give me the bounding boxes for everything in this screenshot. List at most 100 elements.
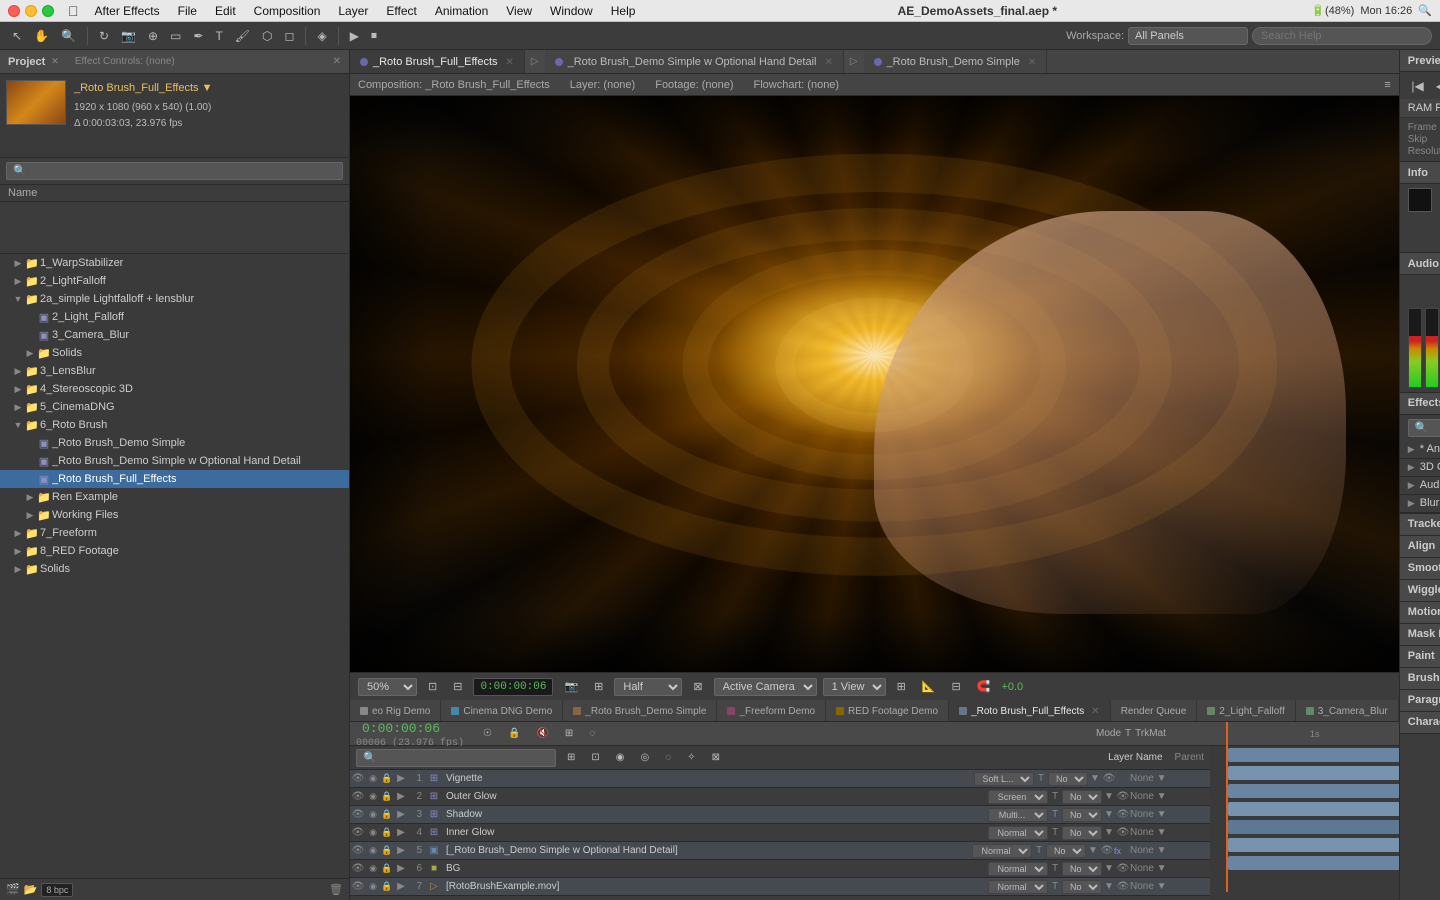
- layer-mode-6[interactable]: Normal: [988, 862, 1048, 876]
- tl-ctrl-btn-6[interactable]: ✧: [682, 750, 700, 765]
- timeline-tab-8[interactable]: 3_Camera_Blur: [1296, 700, 1399, 722]
- layer-eye-4[interactable]: 👁: [350, 827, 366, 838]
- zoom-select[interactable]: 50%25%100%: [358, 678, 417, 696]
- layer-search-input[interactable]: [356, 749, 556, 767]
- viewer-options-icon[interactable]: ≡: [1384, 79, 1390, 91]
- snap-btn[interactable]: 🧲: [972, 678, 996, 695]
- layer-collapse-7[interactable]: ▶: [394, 881, 408, 892]
- comp-tab-2[interactable]: _Roto Brush_Demo Simple w Optional Hand …: [545, 50, 844, 74]
- new-folder-icon[interactable]: 📂: [24, 883, 38, 896]
- layer-trkmat-7[interactable]: None: [1062, 880, 1102, 894]
- layer-lock-4[interactable]: 🔒: [380, 827, 394, 838]
- comp-tab-3[interactable]: _Roto Brush_Demo Simple ✕: [864, 50, 1048, 74]
- tree-item-18[interactable]: ▶ 📁 Solids: [0, 560, 349, 578]
- tree-item-4[interactable]: ▣ 2_Light_Falloff: [0, 308, 349, 326]
- prev-first-btn[interactable]: |◀: [1407, 77, 1427, 95]
- tree-item-15[interactable]: ▶ 📁 Working Files: [0, 506, 349, 524]
- fit-height-btn[interactable]: ⊟: [448, 678, 467, 695]
- layer-solo-6[interactable]: ◉: [366, 863, 380, 874]
- stop-btn[interactable]: ⏹: [367, 26, 381, 45]
- layer-vis-3[interactable]: 👁: [1116, 809, 1130, 820]
- layer-collapse-2[interactable]: ▶: [394, 791, 408, 802]
- layer-vis-7[interactable]: 👁: [1116, 881, 1130, 892]
- viewer-footage-label[interactable]: Footage: (none): [655, 79, 733, 91]
- tree-item-8[interactable]: ▶ 📁 4_Stereoscopic 3D: [0, 380, 349, 398]
- comp-tab-1[interactable]: _Roto Brush_Full_Effects ✕: [350, 50, 525, 74]
- project-panel-close[interactable]: ✕: [333, 56, 341, 67]
- hand-tool[interactable]: ✋: [30, 27, 53, 45]
- guide-btn[interactable]: ⊟: [947, 678, 966, 695]
- layer-trkmat-5[interactable]: None: [1046, 844, 1086, 858]
- effect-cat-audio[interactable]: ▶ Audio: [1400, 477, 1440, 495]
- layer-row-2[interactable]: 👁 ◉ 🔒 ▶ 2 ⊞ Outer Glow Screen T None ▼ 👁: [350, 788, 1210, 806]
- pan-tool[interactable]: ⊕: [144, 27, 162, 45]
- layer-collapse-3[interactable]: ▶: [394, 809, 408, 820]
- safe-zones-btn[interactable]: ⊞: [589, 678, 608, 695]
- menu-file[interactable]: File: [170, 2, 205, 20]
- align-section[interactable]: Align ✕: [1400, 536, 1440, 558]
- tl-ctrl-btn-1[interactable]: ⊞: [562, 750, 580, 765]
- menu-composition[interactable]: Composition: [246, 2, 329, 20]
- zoom-button[interactable]: [42, 5, 54, 17]
- tree-item-6[interactable]: ▶ 📁 Solids: [0, 344, 349, 362]
- layer-vis-2[interactable]: 👁: [1116, 791, 1130, 802]
- motion-blur-btn[interactable]: ◌: [584, 726, 600, 741]
- fit-width-btn[interactable]: ⊡: [423, 678, 442, 695]
- tree-item-3[interactable]: ▼ 📁 2a_simple Lightfalloff + lensblur: [0, 290, 349, 308]
- menu-edit[interactable]: Edit: [207, 2, 244, 20]
- select-tool[interactable]: ↖: [8, 27, 26, 45]
- layer-solo-7[interactable]: ◉: [366, 881, 380, 892]
- tree-item-2[interactable]: ▶ 📁 2_LightFalloff: [0, 272, 349, 290]
- layer-trkmat-3[interactable]: None: [1062, 808, 1102, 822]
- playhead[interactable]: [1226, 722, 1228, 892]
- frame-blend-btn[interactable]: ⊞: [560, 726, 578, 741]
- layer-collapse-5[interactable]: ▶: [394, 845, 408, 856]
- layer-vis-4[interactable]: 👁: [1116, 827, 1130, 838]
- layer-eye-2[interactable]: 👁: [350, 791, 366, 802]
- smoother-section[interactable]: Smoother ✕: [1400, 558, 1440, 580]
- mask-interpolation-section[interactable]: Mask Interpolation ✕: [1400, 624, 1440, 646]
- apple-menu[interactable]: : [62, 3, 85, 19]
- layer-trkmat-4[interactable]: None: [1062, 826, 1102, 840]
- layer-lock-5[interactable]: 🔒: [380, 845, 394, 856]
- layer-collapse-6[interactable]: ▶: [394, 863, 408, 874]
- project-search[interactable]: [6, 162, 343, 180]
- layer-vis-5[interactable]: 👁: [1100, 845, 1114, 856]
- layer-row-4[interactable]: 👁 ◉ 🔒 ▶ 4 ⊞ Inner Glow Normal T None ▼ 👁: [350, 824, 1210, 842]
- eraser-tool[interactable]: ◻: [281, 27, 299, 45]
- layer-lock-6[interactable]: 🔒: [380, 863, 394, 874]
- timeline-tab-close-5[interactable]: ✕: [1091, 706, 1099, 717]
- tracker-section[interactable]: Tracker ✕: [1400, 514, 1440, 536]
- paragraph-section[interactable]: Paragraph ✕: [1400, 690, 1440, 712]
- layer-collapse-4[interactable]: ▶: [394, 827, 408, 838]
- layer-solo-5[interactable]: ◉: [366, 845, 380, 856]
- comp-tab-close-3[interactable]: ✕: [1028, 57, 1036, 68]
- layer-vis-6[interactable]: 👁: [1116, 863, 1130, 874]
- layer-mode-1[interactable]: Soft L...: [974, 772, 1034, 786]
- timeline-tab-6[interactable]: Render Queue: [1111, 700, 1198, 722]
- tree-item-5[interactable]: ▣ 3_Camera_Blur: [0, 326, 349, 344]
- text-tool[interactable]: T: [211, 27, 226, 45]
- timecode-display[interactable]: 0:00:00:06: [473, 678, 553, 696]
- tl-ctrl-btn-3[interactable]: ◉: [611, 750, 630, 765]
- layer-trkmat-2[interactable]: None: [1062, 790, 1102, 804]
- timeline-tab-3[interactable]: _Freeform Demo: [717, 700, 826, 722]
- camera-tool[interactable]: 📷: [117, 27, 140, 45]
- tree-item-14[interactable]: ▶ 📁 Ren Example: [0, 488, 349, 506]
- layer-row-5[interactable]: 👁 ◉ 🔒 ▶ 5 ▣ [_Roto Brush_Demo Simple w O…: [350, 842, 1210, 860]
- play-btn[interactable]: ▶: [346, 27, 363, 45]
- layer-lock-1[interactable]: 🔒: [380, 773, 394, 784]
- layer-row-3[interactable]: 👁 ◉ 🔒 ▶ 3 ⊞ Shadow Multi... T None ▼ 👁: [350, 806, 1210, 824]
- motion-sketch-section[interactable]: Motion Sketch ✕: [1400, 602, 1440, 624]
- menu-ae[interactable]: After Effects: [87, 2, 168, 20]
- comp-tab-close-2[interactable]: ✕: [824, 57, 832, 68]
- layer-lock-7[interactable]: 🔒: [380, 881, 394, 892]
- search-help-input[interactable]: [1252, 27, 1432, 45]
- project-options-icon[interactable]: ✕: [51, 56, 59, 67]
- timeline-tab-2[interactable]: _Roto Brush_Demo Simple: [563, 700, 717, 722]
- effect-cat-3d[interactable]: ▶ 3D Channel: [1400, 459, 1440, 477]
- new-comp-icon[interactable]: 🎬: [6, 883, 20, 896]
- tree-item-16[interactable]: ▶ 📁 7_Freeform: [0, 524, 349, 542]
- ruler-btn[interactable]: 📐: [917, 678, 941, 695]
- tl-ctrl-btn-2[interactable]: ⊡: [586, 750, 604, 765]
